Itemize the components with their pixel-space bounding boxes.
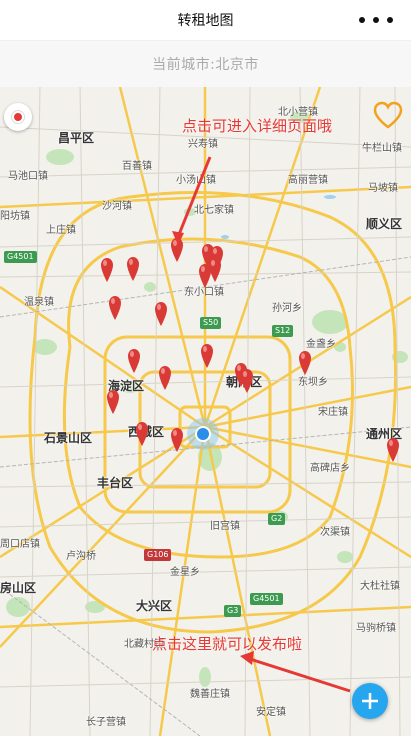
heart-icon[interactable] <box>373 101 403 129</box>
title-bar: 转租地图 <box>0 0 411 41</box>
publish-hint-arrow <box>249 657 351 693</box>
detail-hint-arrow-head <box>172 231 184 245</box>
page-title: 转租地图 <box>177 13 234 29</box>
map-view[interactable]: 昌平区 顺义区 海淀区 朝阳区 石景山区 西城区 丰台区 通州区 大兴区 房山区… <box>0 87 411 736</box>
plus-icon <box>362 693 378 709</box>
detail-hint-text: 点击可进入详细页面哦 <box>182 117 333 135</box>
current-city-bar[interactable]: 当前城市:北京市 <box>0 41 411 87</box>
more-dots-icon[interactable] <box>359 10 393 30</box>
publish-hint-text: 点击这里就可以发布啦 <box>152 635 303 653</box>
app-root: 转租地图 当前城市:北京市 昌平区 顺义区 海淀区 石景山区 丰台区 通州区 大… <box>0 0 411 736</box>
detail-hint-arrow <box>176 156 212 238</box>
add-listing-button[interactable] <box>352 683 388 719</box>
location-icon <box>12 111 24 123</box>
current-city-label: 当前城市:北京市 <box>152 57 259 73</box>
locate-button[interactable] <box>4 103 32 131</box>
